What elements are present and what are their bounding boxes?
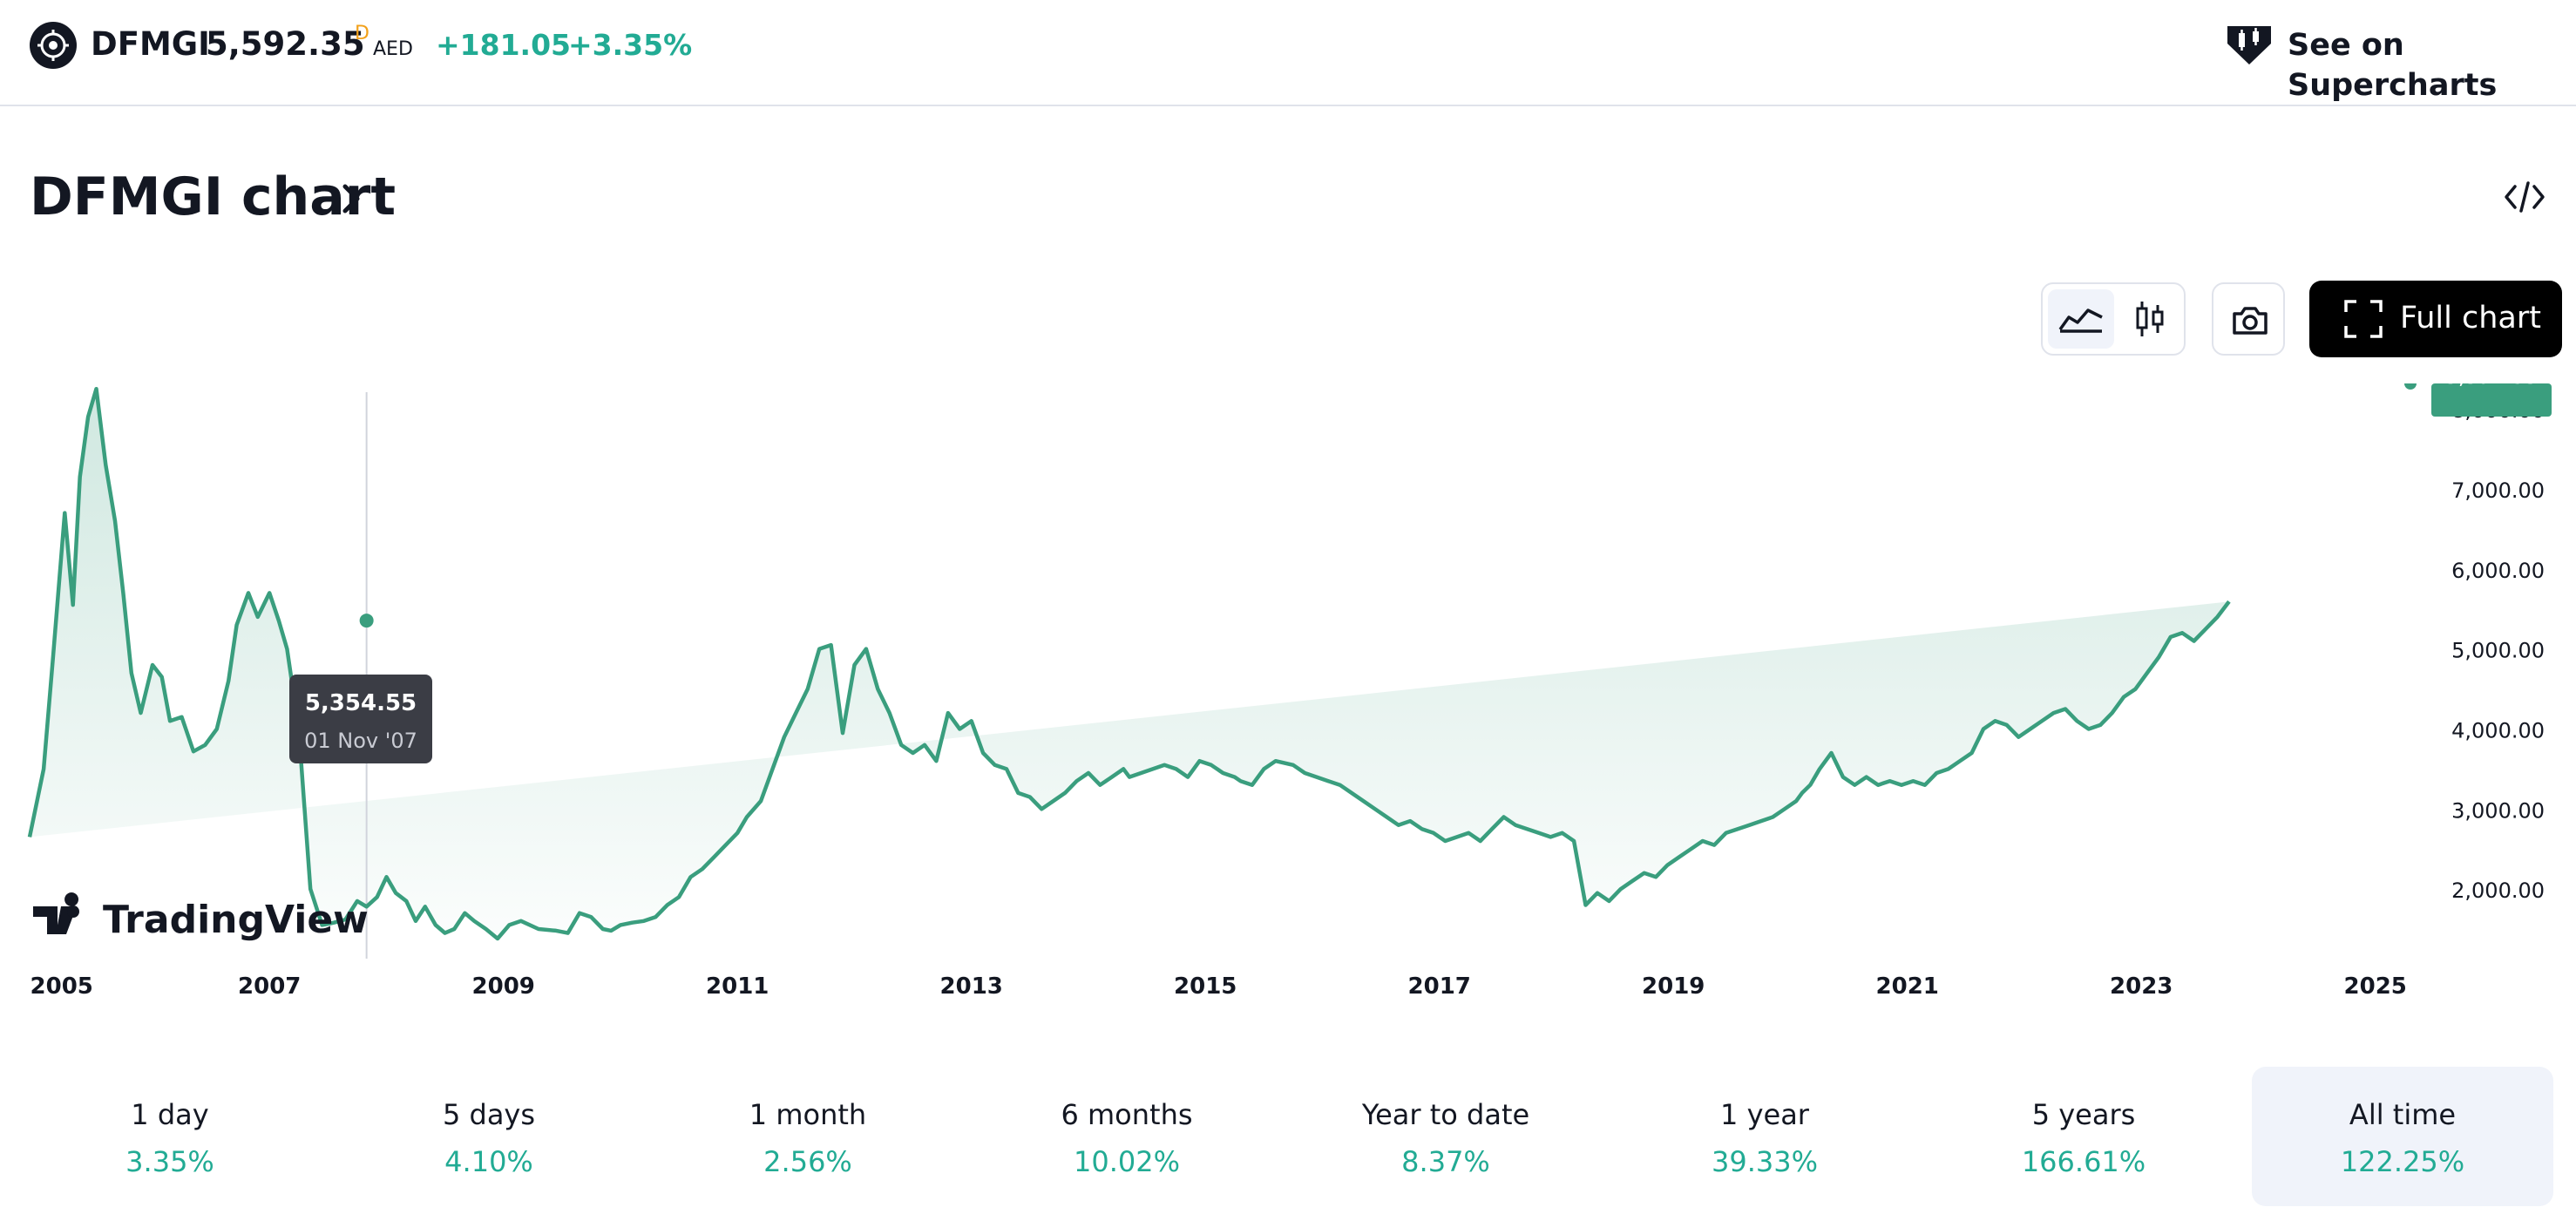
x-tick-label: 2007 bbox=[238, 973, 301, 1000]
period-button-1-day[interactable]: 1 day 3.35% bbox=[19, 1067, 321, 1206]
x-tick-label: 2015 bbox=[1174, 973, 1237, 1000]
y-tick-label: 3,000.00 bbox=[2451, 798, 2545, 823]
period-label: 1 year bbox=[1720, 1098, 1809, 1131]
last-price: 5,592.35 bbox=[206, 25, 365, 63]
last-price-dot bbox=[2404, 383, 2417, 390]
x-tick-label: 2009 bbox=[472, 973, 535, 1000]
period-button-5-years[interactable]: 5 years 166.61% bbox=[1933, 1067, 2234, 1206]
x-tick-label: 2025 bbox=[2344, 973, 2407, 1000]
price-area-fill bbox=[30, 389, 2229, 939]
embed-code-icon[interactable] bbox=[2503, 178, 2546, 220]
y-tick-label: 2,000.00 bbox=[2451, 878, 2545, 903]
chart-style-toggle bbox=[2041, 282, 2186, 356]
price-change-percent: +3.35% bbox=[568, 28, 693, 62]
currency-label: AED bbox=[373, 38, 413, 60]
area-style-button[interactable] bbox=[2048, 289, 2114, 349]
period-change-value: 166.61% bbox=[2021, 1145, 2146, 1178]
symbol-name[interactable]: DFMGI bbox=[91, 24, 210, 64]
x-tick-label: 2023 bbox=[2110, 973, 2173, 1000]
period-label: 6 months bbox=[1061, 1098, 1193, 1131]
period-button-1-year[interactable]: 1 year 39.33% bbox=[1614, 1067, 1915, 1206]
x-tick-label: 2005 bbox=[31, 973, 93, 1000]
full-chart-button[interactable]: Full chart bbox=[2309, 281, 2562, 357]
exchange-logo-icon bbox=[30, 22, 77, 69]
tooltip-date: 01 Nov '07 bbox=[304, 729, 417, 753]
last-price-label: 5,592.35 bbox=[2445, 383, 2539, 389]
period-button-5-days[interactable]: 5 days 4.10% bbox=[338, 1067, 640, 1206]
camera-icon bbox=[2233, 307, 2268, 335]
y-tick-label: 7,000.00 bbox=[2451, 478, 2545, 503]
price-chart[interactable]: TradingView8,000.007,000.006,000.005,000… bbox=[0, 383, 2576, 1028]
period-change-value: 39.33% bbox=[1711, 1145, 1818, 1178]
price-change: +181.05 bbox=[436, 28, 571, 62]
period-button-year-to-date[interactable]: Year to date 8.37% bbox=[1295, 1067, 1596, 1206]
full-chart-label: Full chart bbox=[2400, 301, 2541, 336]
tradingview-watermark: TradingView bbox=[33, 892, 369, 942]
period-change-value: 122.25% bbox=[2340, 1145, 2465, 1178]
y-tick-label: 6,000.00 bbox=[2451, 559, 2545, 583]
interval-mark: D bbox=[355, 23, 369, 44]
period-change-value: 4.10% bbox=[444, 1145, 533, 1178]
period-label: 5 years bbox=[2031, 1098, 2136, 1131]
x-tick-label: 2011 bbox=[706, 973, 769, 1000]
symbol-header: DFMGI 5,592.35 D AED +181.05 +3.35% See … bbox=[0, 0, 2576, 106]
x-tick-label: 2019 bbox=[1642, 973, 1705, 1000]
supercharts-icon[interactable] bbox=[2224, 21, 2274, 71]
period-change-value: 3.35% bbox=[125, 1145, 214, 1178]
period-button-6-months[interactable]: 6 months 10.02% bbox=[976, 1067, 1278, 1206]
period-change-value: 10.02% bbox=[1073, 1145, 1180, 1178]
area-chart-icon bbox=[2058, 309, 2103, 333]
x-tick-label: 2017 bbox=[1408, 973, 1471, 1000]
tradingview-logo-dot bbox=[67, 905, 79, 918]
fullscreen-icon bbox=[2344, 300, 2383, 338]
period-label: Year to date bbox=[1361, 1098, 1530, 1131]
period-performance-bar: 1 day 3.35% 5 days 4.10% 1 month 2.56% 6 month… bbox=[0, 1063, 2576, 1210]
period-label: 1 month bbox=[749, 1098, 867, 1131]
y-tick-label: 5,000.00 bbox=[2451, 639, 2545, 663]
see-on-supercharts-link[interactable]: See on Supercharts bbox=[2288, 25, 2576, 105]
period-label: 1 day bbox=[131, 1098, 209, 1131]
tradingview-watermark-text: TradingView bbox=[103, 898, 369, 942]
tooltip-value: 5,354.55 bbox=[305, 690, 417, 716]
period-label: All time bbox=[2349, 1098, 2457, 1131]
screenshot-button[interactable] bbox=[2212, 282, 2285, 356]
period-button-1-month[interactable]: 1 month 2.56% bbox=[657, 1067, 959, 1206]
period-change-value: 8.37% bbox=[1401, 1145, 1490, 1178]
candlestick-icon bbox=[2136, 302, 2164, 336]
y-tick-label: 4,000.00 bbox=[2451, 718, 2545, 743]
period-change-value: 2.56% bbox=[763, 1145, 852, 1178]
hover-point bbox=[359, 614, 374, 628]
period-button-all-time[interactable]: All time 122.25% bbox=[2252, 1067, 2553, 1206]
candles-style-button[interactable] bbox=[2119, 289, 2180, 349]
chevron-right-icon[interactable] bbox=[338, 171, 364, 230]
x-tick-label: 2021 bbox=[1876, 973, 1939, 1000]
period-label: 5 days bbox=[442, 1098, 536, 1131]
x-tick-label: 2013 bbox=[940, 973, 1003, 1000]
